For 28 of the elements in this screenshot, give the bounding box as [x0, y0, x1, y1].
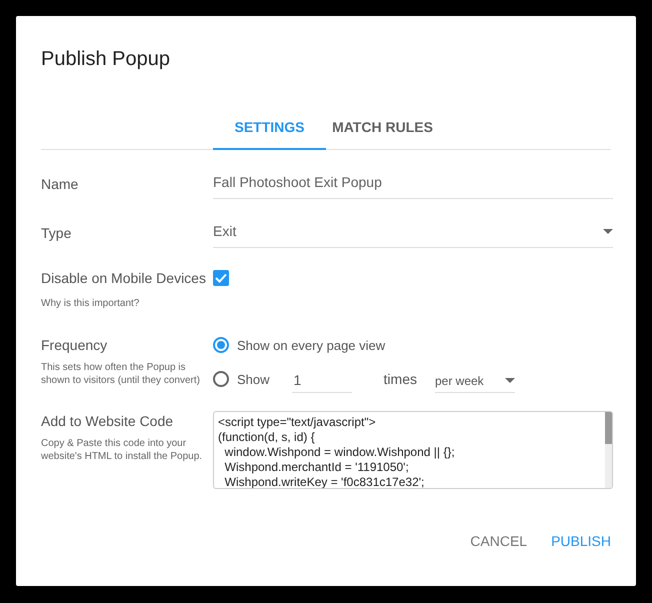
caret-icon: [603, 228, 613, 234]
type-dropdown[interactable]: Exit: [213, 223, 613, 248]
field-label: Type: [41, 224, 72, 243]
radio-button[interactable]: [213, 371, 229, 387]
caret-icon: [504, 378, 515, 383]
checkmark-icon: [215, 273, 227, 283]
radio-button[interactable]: [213, 337, 229, 353]
unit-label: times: [384, 371, 417, 387]
field-label: Disable on Mobile Devices: [41, 269, 207, 288]
dropdown-value: per week: [434, 374, 484, 388]
name-field[interactable]: Fall Photoshoot Exit Popup: [213, 174, 613, 199]
field-label: Name: [41, 175, 80, 194]
period-dropdown[interactable]: per week: [434, 370, 515, 392]
publish-button[interactable]: PUBLISH: [551, 525, 611, 557]
tab[interactable]: MATCH RULES: [326, 107, 439, 150]
field-description: Copy & Paste this code into your website's HTML to install the Popup.: [41, 437, 204, 463]
field-label: Frequency: [41, 336, 108, 355]
option-label: Show on every page view: [237, 338, 386, 352]
option-label: Show: [237, 372, 270, 386]
checkbox[interactable]: [213, 270, 229, 286]
count-field[interactable]: 1: [292, 372, 352, 392]
field-description: This sets how often the Popup is shown to visitors (until they convert): [41, 361, 201, 387]
dialog-title: Publish Popup: [41, 48, 171, 71]
dropdown-value: Exit: [213, 223, 236, 239]
tab[interactable]: SETTINGS: [213, 107, 326, 150]
cancel-button[interactable]: CANCEL: [470, 525, 528, 557]
help-link[interactable]: Why is this important?: [41, 298, 140, 309]
field-label: Add to Website Code: [41, 412, 174, 431]
